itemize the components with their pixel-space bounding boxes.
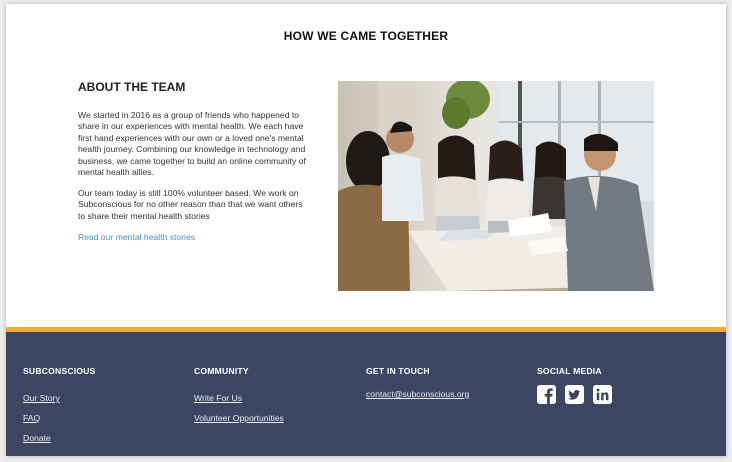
footer-link-donate[interactable]: Donate — [23, 433, 51, 443]
footer-email-link[interactable]: contact@subconscious.org — [366, 389, 469, 399]
team-photo — [338, 81, 654, 291]
linkedin-icon[interactable] — [593, 385, 612, 404]
footer-heading-social: SOCIAL MEDIA — [537, 366, 602, 376]
social-icons — [537, 385, 612, 404]
footer-col-social: SOCIAL MEDIA — [537, 366, 612, 404]
footer-heading-subconscious: SUBCONSCIOUS — [23, 366, 96, 376]
footer-link-volunteer[interactable]: Volunteer Opportunities — [194, 413, 284, 423]
twitter-icon[interactable] — [565, 385, 584, 404]
facebook-icon[interactable] — [537, 385, 556, 404]
footer-col-contact: GET IN TOUCH contact@subconscious.org — [366, 366, 469, 399]
read-stories-link[interactable]: Read our mental health stories — [78, 232, 195, 242]
about-paragraph-1: We started in 2016 as a group of friends… — [78, 110, 306, 178]
about-heading: ABOUT THE TEAM — [78, 80, 186, 94]
about-paragraph-2: Our team today is still 100% volunteer b… — [78, 188, 303, 221]
footer-col-subconscious: SUBCONSCIOUS Our Story FAQ Donate — [23, 366, 96, 443]
footer-link-faq[interactable]: FAQ — [23, 413, 40, 423]
footer-link-write-for-us[interactable]: Write For Us — [194, 393, 242, 403]
section-title: HOW WE CAME TOGETHER — [283, 29, 449, 43]
site-footer: SUBCONSCIOUS Our Story FAQ Donate COMMUN… — [6, 332, 726, 456]
page-frame: HOW WE CAME TOGETHER ABOUT THE TEAM We s… — [6, 4, 726, 456]
footer-link-our-story[interactable]: Our Story — [23, 393, 60, 403]
footer-heading-community: COMMUNITY — [194, 366, 249, 376]
footer-col-community: COMMUNITY Write For Us Volunteer Opportu… — [194, 366, 284, 423]
footer-heading-contact: GET IN TOUCH — [366, 366, 430, 376]
